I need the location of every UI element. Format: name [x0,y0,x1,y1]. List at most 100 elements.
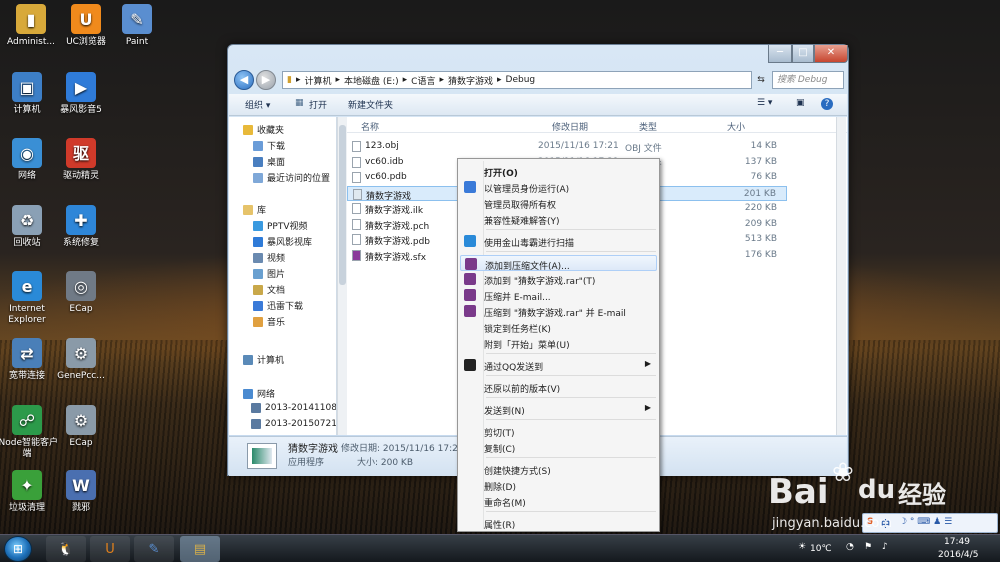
desktop-icon[interactable]: 驱驱动精灵 [50,138,112,182]
taskbar-app-uc-browser-icon[interactable]: U [90,536,130,562]
nav-item[interactable]: PPTV视频 [253,219,308,232]
temperature[interactable]: 10℃ [810,544,832,554]
context-menu-item[interactable]: 压缩到 "猜数字游戏.rar" 并 E-mail [460,303,657,319]
help-icon[interactable]: ? [821,98,833,110]
taskbar-app-paint-icon[interactable]: ✎ [134,536,174,562]
taskbar-app-qq-icon[interactable]: 🐧 [46,536,86,562]
refresh-icon[interactable]: ⇆ [752,71,770,89]
uc-browser-icon: U [71,4,101,34]
context-menu-item[interactable]: 通过QQ发送到 ▶ [460,357,657,373]
file-icon [352,234,361,245]
nav-item[interactable]: 库 [243,203,266,216]
nav-item[interactable]: 最近访问的位置 [253,171,330,184]
search-input[interactable]: 搜索 Debug [772,71,844,89]
column-size[interactable]: 大小 [727,120,745,133]
context-menu-item[interactable]: 打开(O) [460,163,657,179]
start-button[interactable]: ⊞ [4,536,32,562]
context-menu-item[interactable]: 以管理员身份运行(A) [460,179,657,195]
context-menu-label: 打开(O) [484,169,518,179]
clock-time[interactable]: 17:49 [944,537,970,547]
desktop-icon[interactable]: ▶ 暴风影音5 [50,72,112,116]
context-menu-item[interactable]: 属性(R) [460,515,657,531]
forward-button[interactable]: ▶ [256,70,276,90]
open-icon: ▦ [295,98,304,108]
context-menu-item[interactable]: 兼容性疑难解答(Y) [460,211,657,227]
address-crumb[interactable]: Debug [506,75,536,85]
nav-item[interactable]: 网络 [243,387,275,400]
close-button[interactable]: ✕ [814,45,848,63]
context-menu-item[interactable]: 创建快捷方式(S) [460,461,657,477]
address-crumb[interactable]: 计算机 [304,74,331,87]
address-crumb[interactable]: 本地磁盘 (E:) [344,74,399,87]
column-type[interactable]: 类型 [639,120,657,133]
details-size: 大小: 200 KB [357,458,414,468]
nav-item[interactable]: 桌面 [253,155,285,168]
desktop-icon[interactable]: ⚙ ECap [50,405,112,449]
weather-icon[interactable]: ☀ [798,542,806,552]
context-menu-label: 复制(C) [484,445,516,455]
context-menu-item[interactable]: 剪切(T) [460,423,657,439]
nav-item[interactable]: 暴风影视库 [253,235,312,248]
taskbar-app-explorer-icon[interactable]: ▤ [180,536,220,562]
maximize-button[interactable]: □ [792,45,814,63]
title-bar[interactable]: ─ □ ✕ [228,45,848,67]
table-row[interactable]: 123.obj 2015/11/16 17:21 OBJ 文件 14 KB [347,139,787,154]
ime-tools-icon[interactable]: ☽ ° ⌨ ♟ ☰ [899,517,952,527]
desktop-icon[interactable]: W 戮邪 [50,470,112,514]
nav-item[interactable]: 视频 [253,251,285,264]
wifi-icon[interactable]: ◔ [846,542,854,552]
context-menu-item[interactable]: 发送到(N) ▶ [460,401,657,417]
flag-icon[interactable]: ⚑ [864,542,872,552]
file-size: 513 KB [744,234,777,244]
context-menu-item[interactable]: 添加到 "猜数字游戏.rar"(T) [460,271,657,287]
nav-scrollbar[interactable] [337,117,347,435]
column-date[interactable]: 修改日期 [552,120,588,133]
nav-item[interactable]: 下载 [253,139,285,152]
back-button[interactable]: ◀ [234,70,254,90]
context-menu-item[interactable]: 复制(C) [460,439,657,455]
desktop-icon[interactable]: ▮ Administ... [0,4,62,48]
context-menu-label: 以管理员身份运行(A) [484,185,570,195]
new-folder-button[interactable]: 新建文件夹 [348,98,393,111]
file-size: 220 KB [744,203,777,213]
nav-item[interactable]: 迅雷下载 [253,299,303,312]
context-menu-item[interactable]: 压缩并 E-mail... [460,287,657,303]
context-menu-item[interactable]: 添加到压缩文件(A)... [460,255,657,272]
clock-date[interactable]: 2016/4/5 [938,550,978,560]
desktop-icon[interactable]: ✎ Paint [106,4,168,48]
desktop-icon[interactable]: ◎ ECap [50,271,112,315]
nav-item[interactable]: 2013-20150721 [251,419,337,429]
nav-item[interactable]: 计算机 [243,353,284,366]
nav-item[interactable]: 图片 [253,267,285,280]
winrar-icon [464,305,476,317]
nav-item[interactable]: 2013-20141108 [251,403,336,413]
view-options-icon[interactable]: ☰ ▾ [757,98,772,108]
address-bar[interactable]: ▮ ▸ 计算机 ▸ 本地磁盘 (E:) ▸ C语言 ▸ 猜数字游戏 ▸ Debu… [282,71,752,89]
desktop-icon[interactable]: ✚ 系统修复 [50,205,112,249]
context-menu-item[interactable]: 使用金山毒霸进行扫描 [460,233,657,249]
address-crumb[interactable]: 猜数字游戏 [448,74,493,87]
preview-pane-icon[interactable]: ▣ [796,98,805,108]
nav-item-label: 2013-20150721 [265,419,337,429]
organize-button[interactable]: 组织 ▾ [245,98,270,111]
minimize-button[interactable]: ─ [768,45,792,63]
address-crumb[interactable]: C语言 [411,74,435,87]
context-menu-label: 附到「开始」菜单(U) [484,341,570,351]
context-menu-item[interactable]: 删除(D) [460,477,657,493]
context-menu-item[interactable]: 管理员取得所有权 [460,195,657,211]
desktop-icon[interactable]: ⚙ GenePcc... [50,338,112,382]
watermark-brand: Bai [768,472,829,512]
column-name[interactable]: 名称 [361,120,379,133]
context-menu-item[interactable]: 重命名(M) [460,493,657,509]
context-menu-item[interactable]: 锁定到任务栏(K) [460,319,657,335]
context-menu-item[interactable]: 附到「开始」菜单(U) [460,335,657,351]
file-scrollbar[interactable] [836,117,846,435]
command-bar: 组织 ▾ ▦ 打开 新建文件夹 ☰ ▾ ▣ ? [229,94,847,116]
context-menu-item[interactable]: 还原以前的版本(V) [460,379,657,395]
open-button[interactable]: 打开 [309,98,327,111]
context-menu-label: 压缩到 "猜数字游戏.rar" 并 E-mail [484,309,626,319]
nav-item[interactable]: 文档 [253,283,285,296]
volume-icon[interactable]: ♪ [882,542,888,552]
nav-item[interactable]: 收藏夹 [243,123,284,136]
nav-item[interactable]: 音乐 [253,315,285,328]
